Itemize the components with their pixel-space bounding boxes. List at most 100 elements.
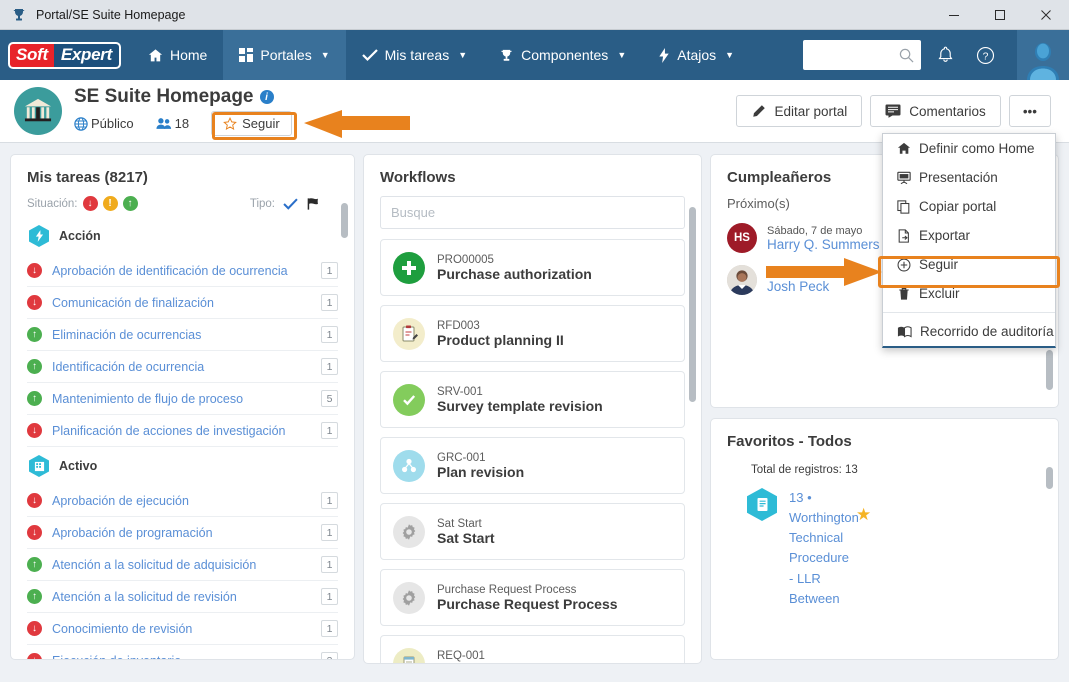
list-item[interactable]: Purchase Request Process Purchase Reques… — [380, 569, 685, 626]
table-row[interactable]: ↓ Ejecución de inventario 3 — [27, 645, 338, 660]
list-item[interactable]: REQ-001 Requeriment revision — [380, 635, 685, 663]
table-row[interactable]: ↓ Aprobación de programación 1 — [27, 517, 338, 549]
building-hex-icon — [29, 455, 49, 477]
task-label[interactable]: Aprobación de ejecución — [52, 494, 311, 508]
dropdown-item-presentacion[interactable]: Presentación — [883, 163, 1055, 192]
dropdown-item-exportar-label: Exportar — [919, 228, 971, 243]
user-avatar[interactable] — [1017, 30, 1069, 80]
network-cyan-icon — [393, 449, 425, 482]
dropdown-item-recorrido-auditoria[interactable]: Recorrido de auditoría — [883, 317, 1055, 346]
nav-item-portales[interactable]: Portales ▼ — [223, 30, 346, 80]
workflows-scrollbar[interactable] — [689, 207, 696, 402]
task-count: 5 — [321, 390, 338, 407]
flag-dark-icon[interactable] — [306, 197, 320, 211]
table-row[interactable]: ↓ Comunicación de finalización 1 — [27, 287, 338, 319]
workflow-name: Plan revision — [437, 463, 525, 480]
bolt-hex-icon — [29, 225, 49, 247]
chevron-down-icon: ▼ — [458, 50, 468, 60]
filter-tipo-label: Tipo: — [249, 197, 275, 210]
dropdown-separator — [883, 312, 1055, 313]
mis-tareas-scrollbar[interactable] — [341, 203, 348, 238]
bell-icon[interactable] — [937, 46, 954, 64]
list-item[interactable]: PRO00005 Purchase authorization — [380, 239, 685, 296]
more-options-button[interactable]: ••• — [1008, 95, 1051, 127]
task-label[interactable]: Planificación de acciones de investigaci… — [52, 424, 311, 438]
down-red-icon: ↓ — [27, 423, 42, 438]
favorito-name[interactable]: Worthington Technical Procedure - LLR Be… — [789, 510, 859, 606]
task-label[interactable]: Conocimiento de revisión — [52, 622, 311, 636]
edit-portal-button[interactable]: Editar portal — [736, 95, 863, 127]
softexpert-logo[interactable]: Soft Expert — [0, 30, 132, 80]
nav-item-atajos[interactable]: Atajos ▼ — [642, 30, 750, 80]
task-label[interactable]: Mantenimiento de flujo de proceso — [52, 392, 311, 406]
nav-item-componentes[interactable]: Componentes ▼ — [483, 30, 642, 80]
table-row[interactable]: ↑ Atención a la solicitud de adquisición… — [27, 549, 338, 581]
table-row[interactable]: ↓ Planificación de acciones de investiga… — [27, 415, 338, 447]
list-item[interactable]: 13 • Worthington Technical Procedure - L… — [711, 482, 1058, 609]
table-row[interactable]: ↑ Atención a la solicitud de revisión 1 — [27, 581, 338, 613]
table-row[interactable]: ↑ Identificación de ocurrencia 1 — [27, 351, 338, 383]
list-item[interactable]: RFD003 Product planning II — [380, 305, 685, 362]
list-item[interactable]: SRV-001 Survey template revision — [380, 371, 685, 428]
workflows-search-input[interactable] — [391, 205, 674, 220]
list-item[interactable]: Sat Start Sat Start — [380, 503, 685, 560]
table-row[interactable]: ↓ Aprobación de identificación de ocurre… — [27, 255, 338, 287]
nav-item-home[interactable]: Home — [132, 30, 223, 80]
column-left: Mis tareas (8217) Situación: ↓ ! ↑ Tipo: — [10, 154, 355, 682]
check-blue-icon[interactable] — [283, 197, 298, 210]
workflow-code: REQ-001 — [437, 649, 485, 662]
task-label[interactable]: Aprobación de programación — [52, 526, 311, 540]
logo-expert-text: Expert — [53, 41, 121, 69]
global-search[interactable] — [803, 40, 921, 70]
search-input[interactable] — [810, 47, 899, 63]
task-label[interactable]: Atención a la solicitud de revisión — [52, 590, 311, 604]
workflows-search[interactable] — [380, 196, 685, 229]
star-filled-icon[interactable]: ★ — [856, 505, 871, 525]
dropdown-item-excluir[interactable]: Excluir — [883, 279, 1055, 308]
alert-yellow-icon[interactable]: ! — [102, 196, 118, 211]
favorito-text[interactable]: 13 • Worthington Technical Procedure - L… — [789, 488, 859, 609]
task-label[interactable]: Identificación de ocurrencia — [52, 360, 311, 374]
table-row[interactable]: ↑ Mantenimiento de flujo de proceso 5 — [27, 383, 338, 415]
dropdown-item-definir-home[interactable]: Definir como Home — [883, 134, 1055, 163]
cumpleaneros-scrollbar[interactable] — [1046, 350, 1053, 390]
list-item[interactable]: GRC-001 Plan revision — [380, 437, 685, 494]
up-green-icon[interactable]: ↑ — [122, 196, 138, 211]
presentation-icon — [897, 171, 911, 185]
workflow-code: GRC-001 — [437, 451, 486, 464]
task-count: 1 — [321, 620, 338, 637]
minimize-button[interactable] — [931, 0, 977, 30]
comments-button[interactable]: Comentarios — [870, 95, 1001, 127]
down-red-icon[interactable]: ↓ — [82, 196, 98, 211]
up-green-icon: ↑ — [27, 359, 42, 374]
portal-header-actions: Editar portal Comentarios ••• — [736, 95, 1051, 127]
plus-circle-icon — [897, 258, 911, 272]
dropdown-item-seguir[interactable]: Seguir — [883, 250, 1055, 279]
nav-item-mis-tareas[interactable]: Mis tareas ▼ — [346, 30, 484, 80]
down-red-icon: ↓ — [27, 653, 42, 659]
workflow-texts: GRC-001 Plan revision — [437, 452, 524, 480]
birthday-date: Sábado, 7 de mayo — [767, 224, 863, 237]
dropdown-item-exportar[interactable]: Exportar — [883, 221, 1055, 250]
question-icon[interactable]: ? — [976, 46, 995, 65]
dropdown-item-copiar-portal[interactable]: Copiar portal — [883, 192, 1055, 221]
up-green-icon: ↑ — [27, 589, 42, 604]
clipboard-yellow-icon — [393, 647, 425, 663]
task-label[interactable]: Aprobación de identificación de ocurrenc… — [52, 264, 311, 278]
favoritos-scrollbar[interactable] — [1046, 467, 1053, 489]
table-row[interactable]: ↓ Conocimiento de revisión 1 — [27, 613, 338, 645]
birthday-name[interactable]: Harry Q. Summers — [767, 237, 880, 252]
task-label[interactable]: Comunicación de finalización — [52, 296, 311, 310]
task-label[interactable]: Atención a la solicitud de adquisición — [52, 558, 311, 572]
table-row[interactable]: ↓ Aprobación de ejecución 1 — [27, 485, 338, 517]
follow-button[interactable]: Seguir — [211, 111, 292, 136]
info-icon[interactable]: i — [259, 90, 274, 104]
close-button[interactable] — [1023, 0, 1069, 30]
task-label[interactable]: Ejecución de inventario — [52, 654, 311, 660]
window-title: Portal/SE Suite Homepage — [36, 7, 186, 22]
pencil-icon — [751, 104, 766, 119]
maximize-button[interactable] — [977, 0, 1023, 30]
search-icon[interactable] — [899, 48, 914, 63]
table-row[interactable]: ↑ Eliminación de ocurrencias 1 — [27, 319, 338, 351]
task-label[interactable]: Eliminación de ocurrencias — [52, 328, 311, 342]
